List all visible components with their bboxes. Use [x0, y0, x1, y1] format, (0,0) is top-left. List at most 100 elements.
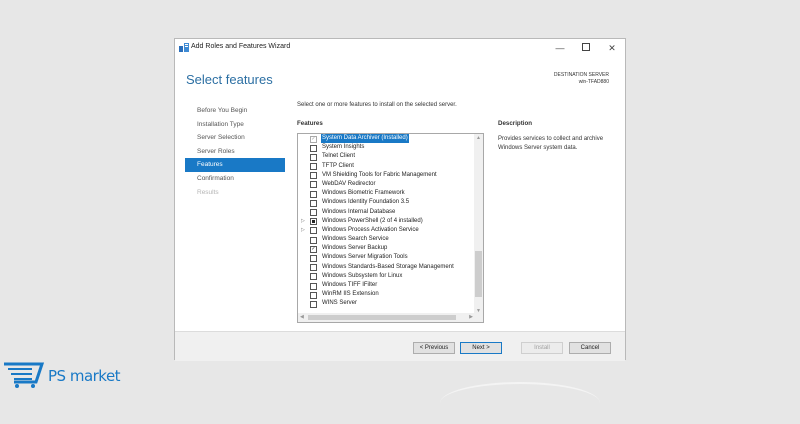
features-list[interactable]: ✓ System Data Archiver (Installed) System …: [297, 133, 484, 323]
feature-label: WebDAV Redirector: [322, 180, 376, 187]
feature-row[interactable]: Windows Server Migration Tools: [298, 253, 474, 262]
feature-checkbox[interactable]: [310, 163, 317, 171]
feature-checkbox[interactable]: [310, 153, 317, 161]
scroll-up-icon[interactable]: ▲: [474, 135, 483, 141]
feature-row[interactable]: Windows Internal Database: [298, 208, 474, 217]
feature-checkbox[interactable]: [310, 172, 317, 180]
next-button[interactable]: Next >: [460, 342, 502, 354]
watermark-brand: PS market: [48, 367, 121, 385]
nav-item-server-roles[interactable]: Server Roles: [185, 145, 285, 159]
feature-checkbox[interactable]: ✓: [310, 245, 317, 253]
title-bar[interactable]: Add Roles and Features Wizard — ✕: [175, 39, 625, 57]
feature-label: System Insights: [322, 144, 365, 151]
feature-checkbox[interactable]: [310, 227, 317, 235]
feature-row[interactable]: System Insights: [298, 143, 474, 152]
feature-row[interactable]: Windows Identity Foundation 3.5: [298, 198, 474, 207]
feature-row[interactable]: ✓ System Data Archiver (Installed): [298, 134, 474, 143]
destination-server-label: DESTINATION SERVER: [553, 72, 609, 78]
feature-checkbox[interactable]: [310, 300, 317, 308]
minimize-icon: —: [555, 43, 565, 53]
vertical-scrollbar[interactable]: ▲ ▼: [474, 134, 483, 314]
feature-label: Windows Subsystem for Linux: [322, 272, 403, 279]
page-title: Select features: [186, 72, 273, 87]
feature-row[interactable]: Windows Subsystem for Linux: [298, 272, 474, 281]
feature-row[interactable]: WinRM IIS Extension: [298, 290, 474, 299]
feature-row[interactable]: Windows Search Service: [298, 235, 474, 244]
feature-label: System Data Archiver (Installed): [321, 134, 409, 143]
feature-label: Windows Process Activation Service: [322, 226, 419, 233]
features-rows: ✓ System Data Archiver (Installed) System …: [298, 134, 474, 309]
wizard-nav: Before You Begin Installation Type Serve…: [185, 104, 285, 199]
nav-item-results: Results: [197, 188, 219, 196]
feature-label: Windows Internal Database: [322, 208, 396, 215]
background-arc: [440, 382, 600, 424]
feature-checkbox[interactable]: [310, 199, 317, 207]
scrollbar-corner: [474, 313, 483, 322]
feature-row[interactable]: WINS Server: [298, 299, 474, 308]
instruction-text: Select one or more features to install o…: [297, 102, 457, 108]
cancel-button[interactable]: Cancel: [569, 342, 611, 354]
button-bar: < Previous Next > Install Cancel: [175, 331, 625, 361]
scroll-left-icon[interactable]: ◀: [300, 314, 304, 320]
feature-row[interactable]: Telnet Client: [298, 152, 474, 161]
feature-checkbox[interactable]: [310, 291, 317, 299]
feature-checkbox[interactable]: [310, 264, 317, 272]
feature-label: Windows Biometric Framework: [322, 190, 405, 197]
feature-row[interactable]: ▷ Windows PowerShell (2 of 4 installed): [298, 217, 474, 226]
feature-row[interactable]: ✓ Windows Server Backup: [298, 244, 474, 253]
feature-checkbox[interactable]: [310, 282, 317, 290]
feature-checkbox[interactable]: [310, 273, 317, 281]
feature-checkbox[interactable]: [310, 144, 317, 152]
server-manager-icon: [179, 43, 189, 52]
watermark-logo: PS market: [2, 360, 142, 390]
feature-label: VM Shielding Tools for Fabric Management: [322, 171, 437, 178]
scroll-right-icon[interactable]: ▶: [469, 314, 473, 320]
feature-checkbox[interactable]: [310, 181, 317, 189]
description-label: Description: [498, 120, 533, 127]
nav-item-features[interactable]: Features: [185, 158, 285, 172]
description-text: Provides services to collect and archive…: [498, 136, 604, 151]
previous-button[interactable]: < Previous: [413, 342, 455, 354]
feature-checkbox[interactable]: [310, 209, 317, 216]
nav-item-server-selection[interactable]: Server Selection: [185, 131, 285, 145]
feature-label: Windows Identity Foundation 3.5: [322, 199, 410, 206]
feature-label: Telnet Client: [322, 153, 356, 160]
wizard-window: Add Roles and Features Wizard — ✕ Select…: [174, 38, 626, 361]
maximize-button[interactable]: [579, 42, 593, 54]
install-button[interactable]: Install: [521, 342, 563, 354]
feature-row[interactable]: Windows Biometric Framework: [298, 189, 474, 198]
vertical-scroll-thumb[interactable]: [475, 251, 482, 297]
feature-label: TFTP Client: [322, 162, 354, 169]
feature-label: WINS Server: [322, 300, 358, 307]
feature-row[interactable]: WebDAV Redirector: [298, 180, 474, 189]
horizontal-scroll-thumb[interactable]: [308, 315, 456, 320]
horizontal-scrollbar[interactable]: ◀ ▶: [298, 313, 475, 322]
close-icon: ✕: [608, 43, 616, 53]
nav-item-before-you-begin[interactable]: Before You Begin: [185, 104, 285, 118]
expand-icon[interactable]: ▷: [301, 218, 306, 224]
feature-row[interactable]: Windows Standards-Based Storage Manageme…: [298, 263, 474, 272]
feature-label: Windows Server Backup: [322, 245, 388, 252]
destination-server-name: win-TFAD880: [578, 79, 609, 85]
feature-checkbox[interactable]: [310, 236, 317, 244]
feature-label: Windows Search Service: [322, 236, 389, 243]
maximize-icon: [582, 43, 590, 51]
feature-checkbox[interactable]: [310, 218, 317, 226]
feature-checkbox[interactable]: [310, 254, 317, 262]
feature-label: Windows Standards-Based Storage Manageme…: [322, 263, 454, 270]
close-button[interactable]: ✕: [605, 42, 619, 54]
nav-item-installation-type[interactable]: Installation Type: [185, 118, 285, 132]
feature-checkbox: ✓: [310, 135, 317, 143]
nav-item-confirmation[interactable]: Confirmation: [185, 172, 285, 186]
feature-row[interactable]: TFTP Client: [298, 162, 474, 171]
expand-icon[interactable]: ▷: [301, 227, 306, 233]
feature-row[interactable]: ▷ Windows Process Activation Service: [298, 226, 474, 235]
feature-label: WinRM IIS Extension: [322, 291, 379, 298]
feature-row[interactable]: Windows TIFF IFilter: [298, 281, 474, 290]
window-title: Add Roles and Features Wizard: [191, 43, 291, 50]
feature-row[interactable]: VM Shielding Tools for Fabric Management: [298, 171, 474, 180]
feature-checkbox[interactable]: [310, 190, 317, 198]
minimize-button[interactable]: —: [553, 42, 567, 54]
feature-label: Windows PowerShell (2 of 4 installed): [322, 217, 423, 224]
features-label: Features: [297, 120, 323, 127]
